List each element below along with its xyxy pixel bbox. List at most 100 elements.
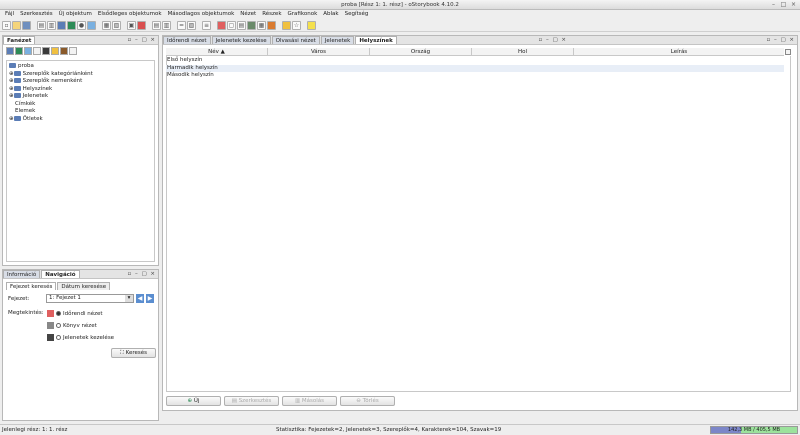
- export-icon[interactable]: ▢: [227, 20, 236, 30]
- tab-navigation[interactable]: Navigáció: [41, 270, 80, 278]
- maximize-icon[interactable]: □: [780, 1, 787, 8]
- scene-icon[interactable]: [33, 47, 41, 55]
- next-icon[interactable]: ▶: [146, 294, 154, 303]
- panel-controls-icon[interactable]: ▫ – ▢ ×: [127, 37, 156, 43]
- chapter-icon[interactable]: [57, 20, 66, 30]
- bulb-icon[interactable]: [307, 20, 316, 30]
- radio-unchecked[interactable]: [56, 323, 61, 328]
- tab-manage-scenes[interactable]: Jelenetek kezelése: [211, 36, 271, 44]
- tree-root[interactable]: proba: [9, 63, 152, 71]
- list-icon[interactable]: [69, 47, 77, 55]
- print-icon[interactable]: ▤: [237, 20, 246, 30]
- tag-icon[interactable]: ▦: [102, 20, 111, 30]
- view-icon[interactable]: ▣: [127, 20, 136, 30]
- table-row[interactable]: Első helyszín: [166, 57, 784, 65]
- table-row[interactable]: Harmadik helyszín: [166, 64, 784, 72]
- star-icon[interactable]: ☆: [292, 20, 301, 30]
- view-option-book[interactable]: Könyv nézet: [47, 322, 97, 329]
- open-icon[interactable]: [12, 20, 21, 30]
- menu-edit[interactable]: Szerkesztés: [17, 10, 56, 19]
- item-icon[interactable]: ▧: [112, 20, 121, 30]
- edit-icon: ▤: [231, 398, 237, 404]
- tree-item[interactable]: ⊕ Szereplők kategóriánként: [9, 70, 152, 79]
- close-icon[interactable]: ×: [790, 1, 797, 8]
- tree-item[interactable]: ⊕ Szereplők nemenként: [9, 78, 152, 86]
- view-option-manage[interactable]: Jelenetek kezelése: [47, 334, 114, 341]
- menu-file[interactable]: Fájl: [2, 10, 17, 19]
- chevron-down-icon: ▾: [125, 295, 133, 302]
- tab-tree-view[interactable]: Fanézet: [3, 36, 36, 44]
- col-description[interactable]: Leírás: [574, 48, 784, 55]
- people-icon[interactable]: [15, 47, 23, 55]
- scene-icon[interactable]: [67, 20, 76, 30]
- tag-icon[interactable]: [42, 47, 50, 55]
- tab-locations[interactable]: Helyszínek: [355, 36, 397, 44]
- view2-icon[interactable]: [137, 20, 146, 30]
- tab-scenes[interactable]: Jelenetek: [320, 36, 355, 44]
- tree-panel: Fanézet ▫ – ▢ × proba ⊕ Szereplők kategór…: [2, 35, 159, 266]
- menu-charts[interactable]: Grafikonok: [285, 10, 321, 19]
- menu-new-object[interactable]: Új objektum: [56, 10, 95, 19]
- search-button[interactable]: ⛶ Keresés: [111, 348, 156, 358]
- menu-view[interactable]: Nézet: [237, 10, 259, 19]
- view-icon[interactable]: [6, 47, 14, 55]
- radio-checked[interactable]: [56, 311, 61, 316]
- save-icon[interactable]: [22, 20, 31, 30]
- tree-item[interactable]: Címkék: [9, 101, 152, 109]
- table-row[interactable]: Második helyszín: [166, 72, 784, 80]
- panel-controls-icon[interactable]: ▫ – ▢ ×: [538, 37, 567, 43]
- idea-icon[interactable]: [282, 20, 291, 30]
- menu-secondary-objects[interactable]: Másodlagos objektumok: [165, 10, 238, 19]
- tree-item[interactable]: ⊕ Jelenetek: [9, 93, 152, 101]
- prev-icon[interactable]: ◀: [136, 294, 144, 303]
- chart-icon[interactable]: ≡: [202, 20, 211, 30]
- panel-controls-icon[interactable]: ▫ – ▢ ×: [766, 37, 795, 43]
- tab-chrono-view[interactable]: Időrendi nézet: [163, 36, 211, 44]
- tab-chapter-search[interactable]: Fejezet keresés: [6, 282, 57, 290]
- idea-icon[interactable]: [51, 47, 59, 55]
- tree-item[interactable]: ⊕ Ötletek: [9, 115, 152, 124]
- view-option-chrono[interactable]: Időrendi nézet: [47, 310, 103, 317]
- location-icon[interactable]: [87, 20, 96, 30]
- chart2-icon[interactable]: [217, 20, 226, 30]
- radio-unchecked[interactable]: [56, 335, 61, 340]
- title-bar: proba [Rész 1: 1. rész] - oStorybook 4.1…: [0, 0, 800, 10]
- copy-icon[interactable]: ▥: [47, 20, 56, 30]
- person-icon[interactable]: ●: [77, 20, 86, 30]
- col-city[interactable]: Város: [268, 48, 370, 55]
- chapter-select[interactable]: 1: Fejezet 1 ▾: [46, 294, 134, 303]
- book-icon[interactable]: [247, 20, 256, 30]
- memo-icon[interactable]: ▤: [152, 20, 161, 30]
- tab-information[interactable]: Információ: [3, 270, 41, 278]
- item-icon[interactable]: [60, 47, 68, 55]
- menu-primary-objects[interactable]: Elsődleges objektumok: [95, 10, 165, 19]
- table-border: [166, 56, 791, 392]
- col-where[interactable]: Hol: [472, 48, 574, 55]
- minimize-icon[interactable]: –: [770, 1, 777, 8]
- panel-controls-icon[interactable]: ▫ – ▢ ×: [127, 271, 156, 277]
- tab-date-search[interactable]: Dátum keresése: [57, 282, 111, 290]
- tree-item[interactable]: ⊕ Helyszínek: [9, 85, 152, 94]
- column-config-icon[interactable]: [785, 49, 791, 55]
- col-country[interactable]: Ország: [370, 48, 472, 55]
- place-icon[interactable]: [24, 47, 32, 55]
- memory-indicator[interactable]: 142,3 MB / 405,5 MB: [710, 426, 798, 434]
- menu-parts[interactable]: Részek: [259, 10, 284, 19]
- chrono-icon[interactable]: ▥: [162, 20, 171, 30]
- tab-reading-view[interactable]: Olvasási nézet: [271, 36, 320, 44]
- delete-button[interactable]: ⊖ Törlés: [340, 396, 395, 406]
- copy-button[interactable]: ▥ Másolás: [282, 396, 337, 406]
- tree-view: proba ⊕ Szereplők kategóriánként ⊕ Szerepl…: [6, 60, 155, 262]
- find-icon[interactable]: [267, 20, 276, 30]
- edit-button[interactable]: ▤ Szerkesztés: [224, 396, 279, 406]
- new-button[interactable]: ⊕ Új: [166, 396, 221, 406]
- menu-window[interactable]: Ablak: [320, 10, 341, 19]
- new-file-icon[interactable]: ▫: [2, 20, 11, 30]
- col-name[interactable]: Név ▲: [166, 48, 268, 55]
- timeline-icon[interactable]: ═: [177, 20, 186, 30]
- document-icon[interactable]: ▤: [37, 20, 46, 30]
- tree-item[interactable]: Elemek: [9, 108, 152, 116]
- menu-help[interactable]: Segítség: [342, 10, 372, 19]
- manage-icon[interactable]: ▨: [187, 20, 196, 30]
- list-icon[interactable]: ▦: [257, 20, 266, 30]
